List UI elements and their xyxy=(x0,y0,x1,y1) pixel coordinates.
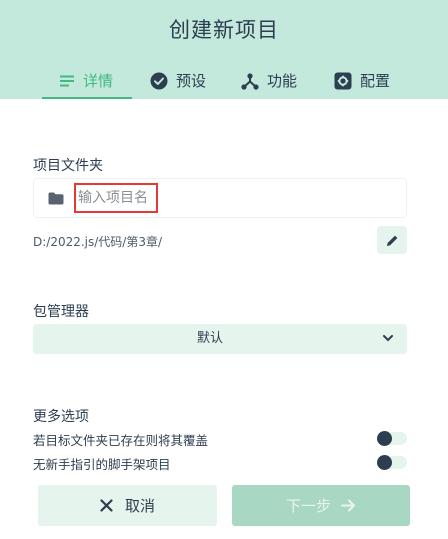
next-button-label: 下一步 xyxy=(285,497,331,515)
folder-icon xyxy=(48,192,64,205)
page-title: 创建新项目 xyxy=(169,18,279,42)
close-icon xyxy=(100,499,113,512)
check-circle-icon xyxy=(150,72,168,89)
tab-config-label: 配置 xyxy=(360,72,391,90)
next-step-button[interactable]: 下一步 xyxy=(232,485,410,526)
project-name-input[interactable] xyxy=(74,183,158,213)
option-bare-label: 无新手指引的脚手架项目 xyxy=(33,457,171,472)
more-options-label: 更多选项 xyxy=(33,409,89,425)
project-folder-label: 项目文件夹 xyxy=(33,158,103,174)
package-manager-value: 默认 xyxy=(196,331,223,346)
tab-presets[interactable]: 预设 xyxy=(150,64,206,97)
chevron-down-icon xyxy=(383,335,393,342)
tab-details-label: 详情 xyxy=(83,72,114,90)
active-tab-indicator xyxy=(42,97,132,99)
header-bar: 创建新项目 详情 预设 功能 配置 xyxy=(0,0,448,99)
tab-bar: 详情 预设 功能 配置 xyxy=(0,64,448,99)
settings-box-icon xyxy=(334,72,352,89)
tab-features[interactable]: 功能 xyxy=(241,64,297,97)
bare-project-toggle[interactable] xyxy=(377,455,407,470)
features-fork-icon xyxy=(241,72,259,90)
project-folder-field xyxy=(33,178,407,218)
cancel-button[interactable]: 取消 xyxy=(38,485,217,526)
package-manager-select[interactable]: 默认 xyxy=(33,324,407,354)
edit-path-button[interactable] xyxy=(377,226,407,254)
toggle-knob xyxy=(377,431,392,446)
tab-details[interactable]: 详情 xyxy=(59,64,113,97)
tab-config[interactable]: 配置 xyxy=(334,64,390,97)
pencil-icon xyxy=(386,235,397,246)
package-manager-label: 包管理器 xyxy=(33,304,89,320)
overwrite-toggle[interactable] xyxy=(377,431,407,446)
option-overwrite-label: 若目标文件夹已存在则将其覆盖 xyxy=(33,433,209,448)
tab-presets-label: 预设 xyxy=(176,72,207,90)
arrow-right-icon xyxy=(341,499,355,512)
tab-features-label: 功能 xyxy=(267,72,298,90)
cancel-button-label: 取消 xyxy=(124,497,155,515)
project-path: D:/2022.js/代码/第3章/ xyxy=(33,235,163,249)
toggle-knob xyxy=(377,455,392,470)
details-list-icon xyxy=(60,75,74,86)
